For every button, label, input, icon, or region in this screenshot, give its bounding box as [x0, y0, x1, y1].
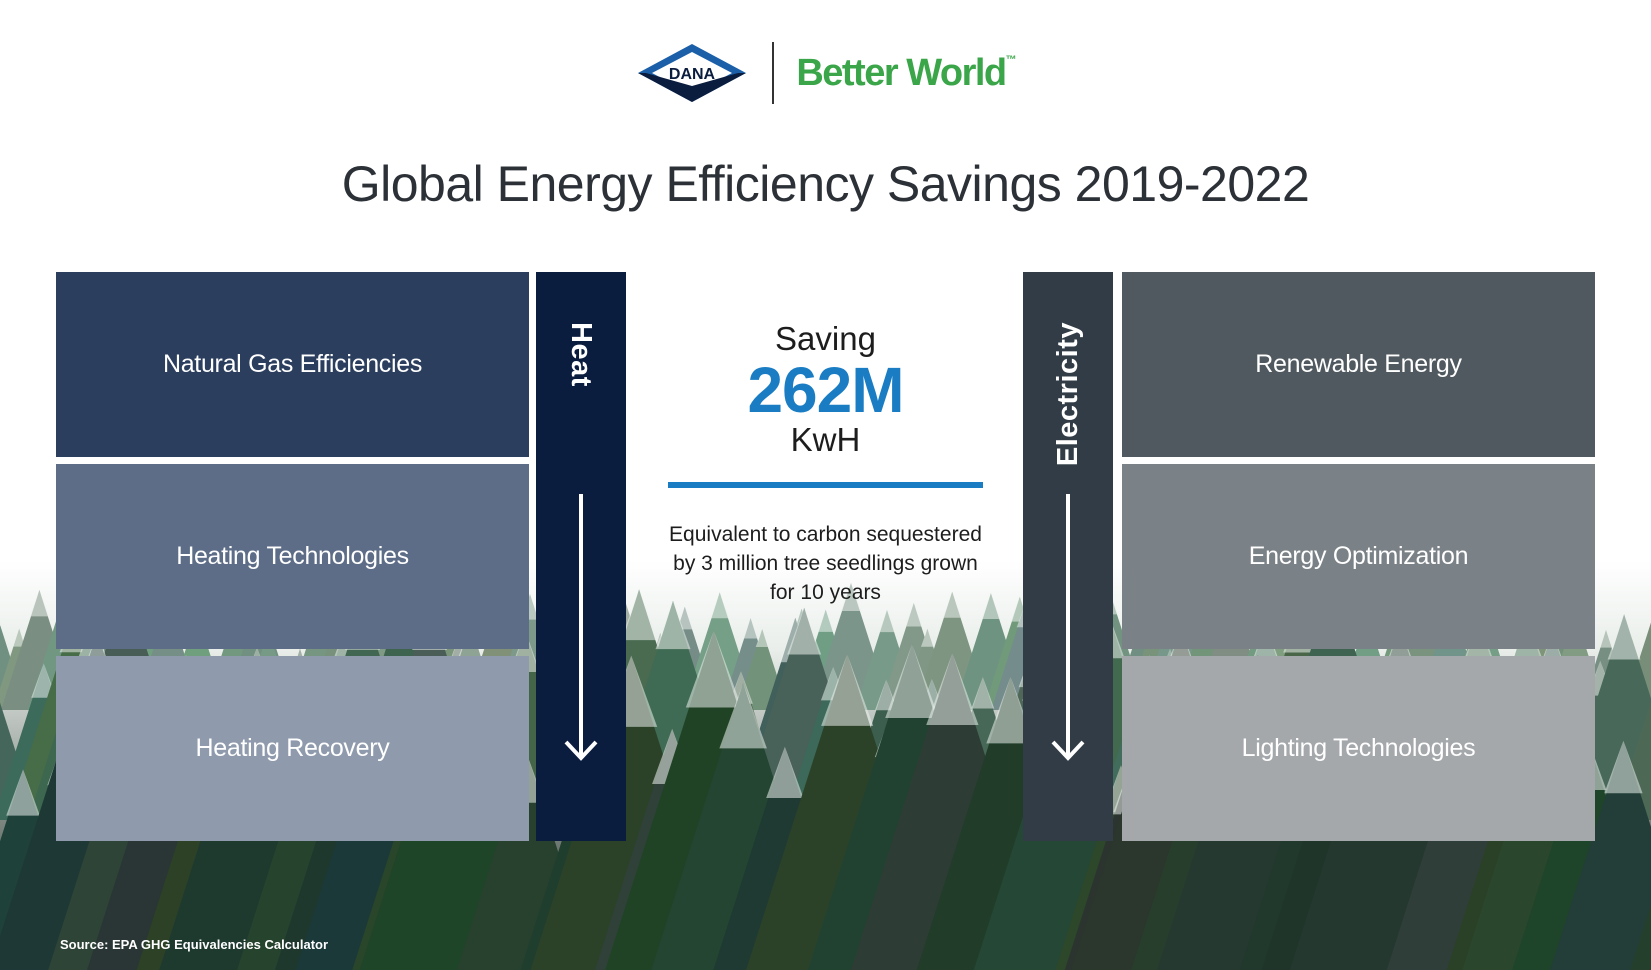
tagline-text: Better World [796, 51, 1007, 94]
saving-label: Saving [775, 320, 876, 357]
header: DANA Better World™ [0, 38, 1651, 108]
arrow-down-icon [1051, 494, 1085, 761]
electricity-item: Energy Optimization [1122, 464, 1595, 649]
better-world-tagline: Better World™ [796, 52, 1016, 95]
dana-logo-text: DANA [669, 66, 716, 83]
savings-summary: Saving 262M KwH Equivalent to carbon seq… [668, 320, 983, 607]
heat-items: Natural Gas Efficiencies Heating Technol… [56, 272, 529, 848]
summary-divider [668, 482, 983, 488]
saving-unit: KwH [790, 421, 861, 458]
electricity-item: Renewable Energy [1122, 272, 1595, 457]
heat-item: Heating Recovery [56, 656, 529, 841]
electricity-bar: Electricity [1023, 272, 1113, 841]
page-title: Global Energy Efficiency Savings 2019-20… [341, 156, 1310, 212]
heat-item: Heating Technologies [56, 464, 529, 649]
logo-divider [772, 42, 775, 104]
electricity-item: Lighting Technologies [1122, 656, 1595, 841]
dana-logo: DANA [638, 44, 747, 102]
arrow-down-icon [564, 494, 598, 761]
source-note: Source: EPA GHG Equivalencies Calculator [60, 937, 329, 952]
heat-label: Heat [565, 322, 597, 387]
saving-value: 262M [747, 354, 904, 426]
heat-bar: Heat [536, 272, 626, 841]
heat-item: Natural Gas Efficiencies [56, 272, 529, 457]
electricity-items: Renewable Energy Energy Optimization Lig… [1122, 272, 1595, 848]
equivalence-text: Equivalent to carbon sequestered by 3 mi… [669, 523, 982, 604]
trademark-mark: ™ [1005, 53, 1017, 66]
electricity-label: Electricity [1052, 322, 1084, 467]
